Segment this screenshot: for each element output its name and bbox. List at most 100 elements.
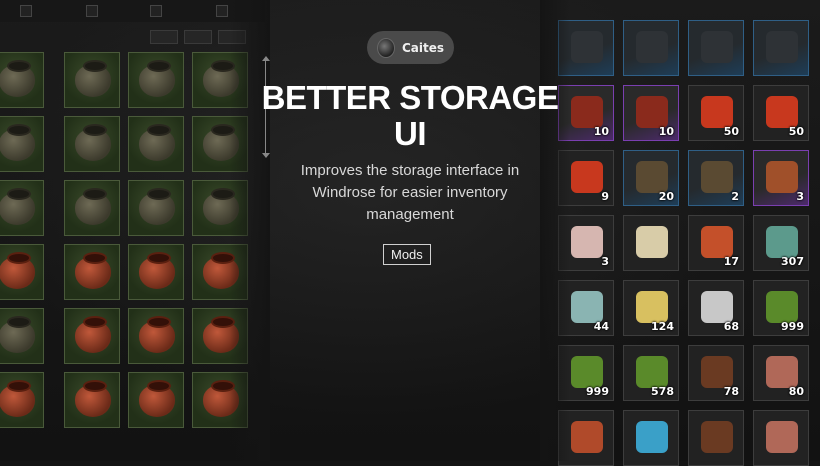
green-pot-icon xyxy=(0,316,35,353)
green-pot-icon xyxy=(0,124,35,161)
teal-stone-icon xyxy=(766,226,798,258)
item-quantity: 999 xyxy=(781,320,804,333)
inventory-slot[interactable] xyxy=(64,116,120,172)
inventory-slot[interactable] xyxy=(623,410,679,466)
seed-pack-icon xyxy=(636,226,668,258)
seashell-icon xyxy=(571,226,603,258)
inventory-slot[interactable] xyxy=(0,180,44,236)
tab-icon[interactable] xyxy=(216,5,228,17)
inventory-slot[interactable] xyxy=(128,180,184,236)
red-pot-icon xyxy=(0,380,35,417)
sort-button[interactable] xyxy=(150,30,178,44)
red-pot-icon xyxy=(75,380,111,417)
author-name: Caites xyxy=(401,40,444,55)
inventory-slot[interactable]: 307 xyxy=(753,215,809,271)
meat-leg-icon xyxy=(766,421,798,453)
inventory-slot[interactable] xyxy=(688,410,744,466)
wood-scraps-icon xyxy=(701,356,733,388)
dark-cloth-icon xyxy=(636,31,668,63)
inventory-slot[interactable] xyxy=(0,52,44,108)
dark-cloth-icon xyxy=(571,31,603,63)
right-inventory-grid: 10 10 50 50 9 20 2 3 3 17 307 44 124 68 999 999 578 78 80 xyxy=(558,20,809,466)
blue-flower-icon xyxy=(636,421,668,453)
inventory-slot[interactable]: 20 xyxy=(623,150,679,206)
green-pot-icon xyxy=(139,188,175,225)
chili-pepper-icon xyxy=(571,161,603,193)
inventory-slot[interactable]: 999 xyxy=(753,280,809,336)
tab-icon[interactable] xyxy=(20,5,32,17)
inventory-slot[interactable]: 50 xyxy=(688,85,744,141)
filter-button[interactable] xyxy=(184,30,212,44)
arrow-down-icon xyxy=(262,153,270,158)
inventory-slot[interactable] xyxy=(64,372,120,428)
inventory-slot[interactable] xyxy=(623,20,679,76)
item-quantity: 50 xyxy=(723,125,739,138)
inventory-slot[interactable] xyxy=(64,52,120,108)
right-fade-overlay xyxy=(540,0,570,461)
item-quantity: 9 xyxy=(601,190,609,203)
inventory-slot[interactable]: 17 xyxy=(688,215,744,271)
inventory-slot[interactable] xyxy=(0,372,44,428)
mod-description: Improves the storage interface in Windro… xyxy=(300,162,520,223)
tab-icon[interactable] xyxy=(86,5,98,17)
tab-icon[interactable] xyxy=(150,5,162,17)
red-pot-icon xyxy=(0,252,35,289)
inventory-slot[interactable] xyxy=(128,308,184,364)
inventory-slot[interactable] xyxy=(753,20,809,76)
author-chip[interactable]: Caites xyxy=(367,31,454,64)
category-tag[interactable]: Mods xyxy=(383,244,431,265)
inventory-slot[interactable] xyxy=(64,308,120,364)
item-quantity: 2 xyxy=(731,190,739,203)
item-quantity: 10 xyxy=(658,125,674,138)
page-title: BETTER STORAGE UI xyxy=(261,79,559,152)
green-pot-icon xyxy=(0,60,35,97)
inventory-slot[interactable] xyxy=(64,244,120,300)
inventory-slot[interactable]: 578 xyxy=(623,345,679,401)
green-pot-icon xyxy=(0,188,35,225)
item-quantity: 10 xyxy=(593,125,609,138)
arrow-up-icon xyxy=(262,56,270,61)
inventory-slot[interactable] xyxy=(128,116,184,172)
inventory-slot[interactable] xyxy=(0,116,44,172)
item-quantity: 20 xyxy=(658,190,674,203)
inventory-slot[interactable] xyxy=(688,20,744,76)
green-bottle-icon xyxy=(636,161,668,193)
green-bottle-icon xyxy=(701,161,733,193)
inventory-slot[interactable] xyxy=(0,244,44,300)
cooked-meal-icon xyxy=(766,161,798,193)
item-quantity: 78 xyxy=(723,385,739,398)
storage-tab-bar xyxy=(0,0,265,22)
item-quantity: 50 xyxy=(788,125,804,138)
inventory-slot[interactable] xyxy=(0,308,44,364)
item-quantity: 17 xyxy=(723,255,739,268)
inventory-slot[interactable]: 80 xyxy=(753,345,809,401)
left-storage-panel xyxy=(0,0,265,461)
chili-pepper-icon xyxy=(766,96,798,128)
green-pot-icon xyxy=(139,60,175,97)
inventory-slot[interactable]: 2 xyxy=(688,150,744,206)
red-pot-icon xyxy=(139,380,175,417)
inventory-slot[interactable]: 68 xyxy=(688,280,744,336)
red-pot-icon xyxy=(75,252,111,289)
feather-icon xyxy=(701,291,733,323)
red-pot-icon xyxy=(139,316,175,353)
inventory-slot[interactable]: 3 xyxy=(753,150,809,206)
inventory-slot[interactable]: 10 xyxy=(623,85,679,141)
inventory-slot[interactable]: 50 xyxy=(753,85,809,141)
inventory-slot[interactable] xyxy=(623,215,679,271)
inventory-slot[interactable] xyxy=(128,372,184,428)
inventory-slot[interactable] xyxy=(128,244,184,300)
dark-cloth-icon xyxy=(701,31,733,63)
inventory-slot[interactable]: 78 xyxy=(688,345,744,401)
inventory-slot[interactable] xyxy=(128,52,184,108)
dark-cloth-icon xyxy=(766,31,798,63)
yellow-powder-icon xyxy=(636,291,668,323)
inventory-slot[interactable] xyxy=(753,410,809,466)
inventory-slot[interactable]: 124 xyxy=(623,280,679,336)
red-bottle-icon xyxy=(571,96,603,128)
inventory-slot[interactable] xyxy=(64,180,120,236)
item-quantity: 124 xyxy=(651,320,674,333)
chili-pepper-icon xyxy=(701,96,733,128)
green-fiber-icon xyxy=(636,356,668,388)
green-pot-icon xyxy=(75,188,111,225)
